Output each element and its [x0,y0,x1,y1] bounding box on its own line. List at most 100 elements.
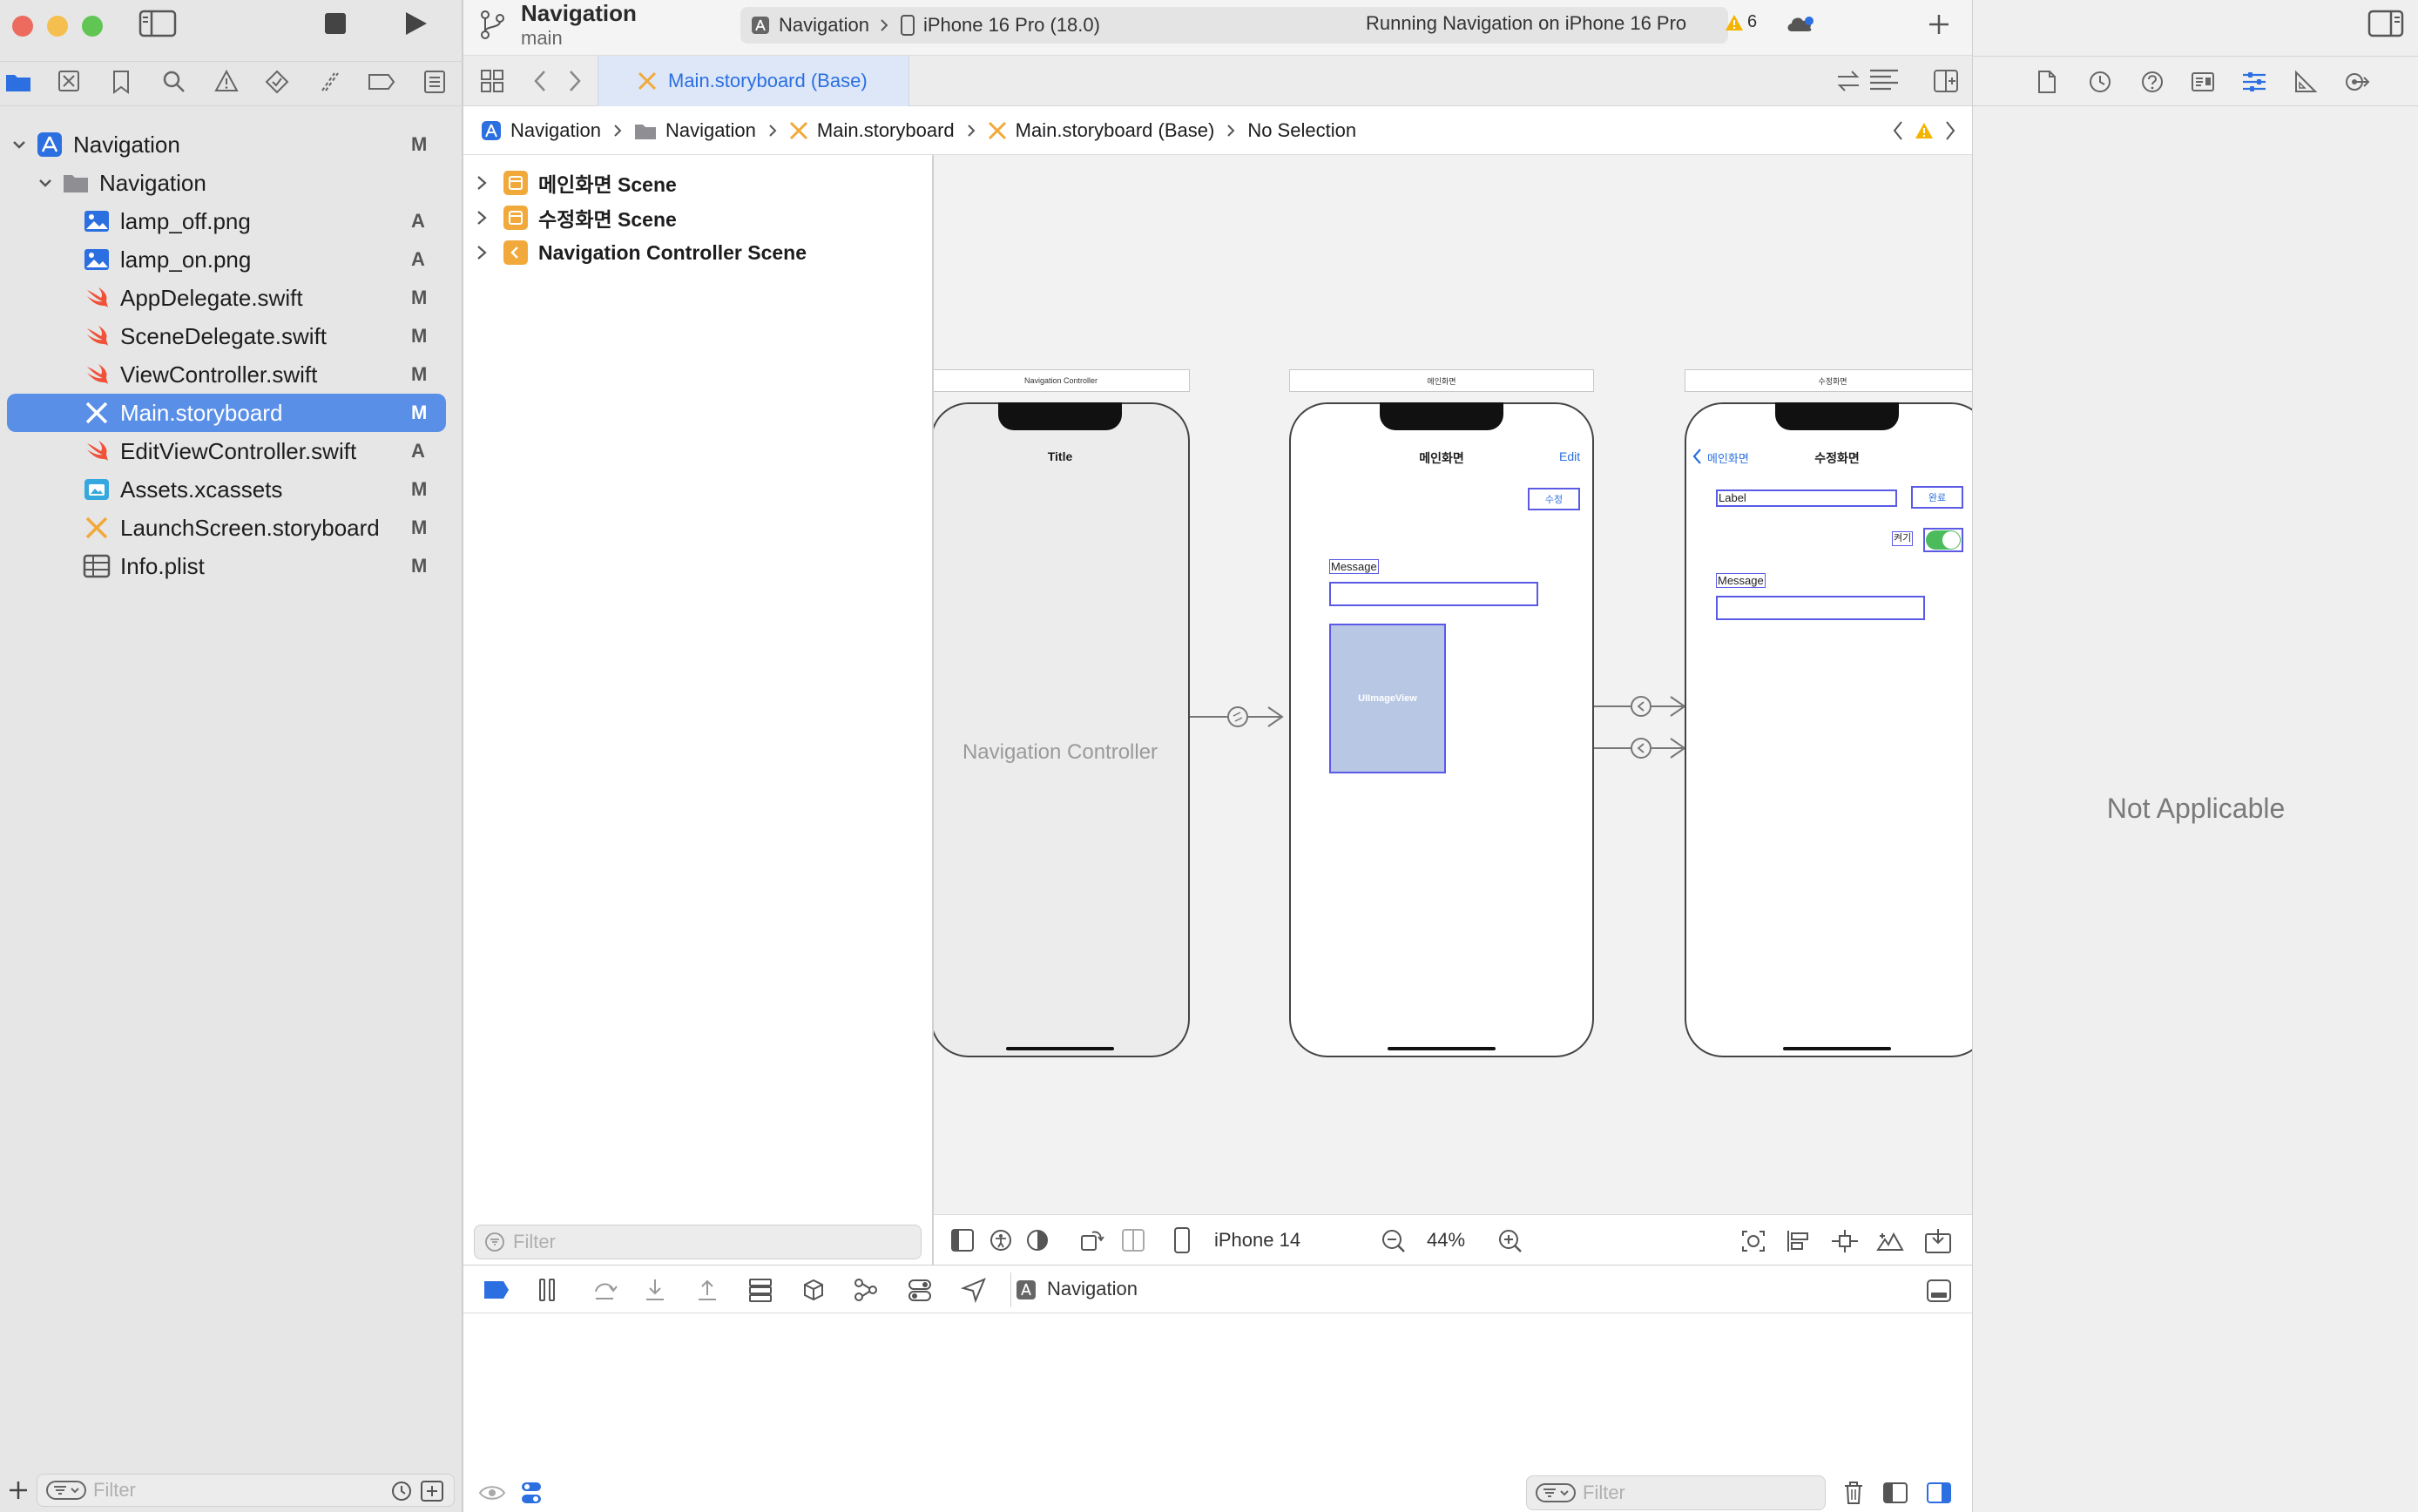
swap-icon[interactable] [1836,70,1861,92]
outline-scene-main[interactable]: 메인화면 Scene [476,165,677,200]
breadcrumb-item[interactable]: Navigation [665,119,756,142]
storyboard-canvas[interactable]: Navigation Controller Title Navigation C… [934,155,1972,1214]
tree-item-file[interactable]: SceneDelegate.swift M [0,317,463,355]
show-segue-arrow[interactable] [1594,693,1686,719]
tree-item-file[interactable]: LaunchScreen.storyboard M [0,509,463,547]
show-console-view-icon[interactable] [1927,1482,1951,1503]
accessibility-icon[interactable] [989,1229,1012,1252]
warning-icon[interactable] [1915,122,1934,139]
environment-overrides-icon[interactable] [854,1278,878,1302]
close-window-button[interactable] [12,16,33,37]
nav-controller-scene[interactable]: Title Navigation Controller [934,402,1190,1057]
source-control-navigator-icon[interactable] [57,70,80,92]
resolve-issues-icon[interactable] [1876,1229,1904,1253]
editor-options-icon[interactable] [1869,68,1899,94]
simulate-toggle-icon[interactable] [908,1278,932,1302]
chevron-right-icon[interactable] [476,175,488,191]
size-inspector-icon[interactable] [2293,70,2318,94]
appearance-icon[interactable] [1026,1229,1049,1252]
tree-item-group-folder[interactable]: Navigation [0,164,463,202]
add-library-icon[interactable] [1928,14,1949,35]
find-navigator-icon[interactable] [162,70,186,94]
add-editor-icon[interactable] [1934,70,1958,92]
filter-options-icon[interactable] [46,1481,86,1500]
eye-icon[interactable] [478,1484,506,1502]
debug-navigator-icon[interactable] [317,70,341,94]
outline-filter-field[interactable]: Filter [474,1225,922,1259]
add-constraints-icon[interactable] [1831,1229,1859,1253]
update-frames-icon[interactable] [1740,1229,1766,1253]
zoom-level[interactable]: 44% [1415,1229,1477,1252]
scheme-selector[interactable]: Navigation iPhone 16 Pro (18.0) [747,10,1100,41]
debug-process-name[interactable]: Navigation [1047,1278,1138,1300]
toggle-outline-icon[interactable] [951,1229,974,1252]
filter-options-icon[interactable] [1536,1483,1576,1502]
step-out-icon[interactable] [697,1278,718,1302]
test-navigator-icon[interactable] [265,70,289,94]
breadcrumb-item[interactable]: Main.storyboard [817,119,955,142]
next-issue-icon[interactable] [1944,120,1956,141]
identity-inspector-icon[interactable] [2191,70,2215,94]
previous-issue-icon[interactable] [1892,120,1904,141]
tree-item-file[interactable]: lamp_on.png A [0,240,463,279]
issue-navigator-icon[interactable] [214,69,239,92]
history-inspector-icon[interactable] [2088,70,2112,94]
breadcrumb-item[interactable]: Main.storyboard (Base) [1016,119,1215,142]
lamp-switch[interactable] [1923,528,1963,552]
breadcrumb-item[interactable]: No Selection [1247,119,1356,142]
show-variables-view-icon[interactable] [1883,1482,1908,1503]
simulate-location-icon[interactable] [960,1278,986,1304]
inspector-toggle-icon[interactable] [2367,10,2404,37]
breakpoint-navigator-icon[interactable] [368,73,395,91]
chevron-down-icon[interactable] [12,138,26,152]
layout-variation-icon[interactable] [1122,1229,1145,1252]
breakpoints-toggle-icon[interactable] [483,1279,510,1300]
show-segue-arrow[interactable] [1594,735,1686,761]
source-control-filter-icon[interactable] [421,1481,443,1502]
align-icon[interactable] [1786,1229,1812,1253]
memory-graph-icon[interactable] [801,1278,826,1302]
grid-icon[interactable] [481,70,503,92]
outline-scene-nav-controller[interactable]: Navigation Controller Scene [476,235,807,270]
file-inspector-icon[interactable] [2037,70,2057,94]
tab-main-storyboard[interactable]: Main.storyboard (Base) [598,56,909,106]
tree-item-file-selected[interactable]: Main.storyboard M [7,394,446,432]
tree-item-file[interactable]: AppDelegate.swift M [0,279,463,317]
run-icon[interactable] [402,10,429,37]
device-icon[interactable] [1174,1227,1190,1253]
scene-header-edit[interactable]: 수정화면 [1685,369,1972,392]
tree-item-file[interactable]: lamp_off.png A [0,202,463,240]
recent-files-icon[interactable] [391,1481,412,1502]
tree-item-file[interactable]: Assets.xcassets M [0,470,463,509]
chevron-right-icon[interactable] [476,245,488,260]
edit-button[interactable]: 수정 [1528,488,1580,510]
image-view[interactable]: UIImageView [1329,624,1446,773]
edit-bar-button[interactable]: Edit [1559,449,1580,463]
console-filter-field[interactable]: Filter [1526,1475,1826,1510]
project-navigator-icon[interactable] [5,71,31,92]
cloud-icon[interactable] [1786,14,1815,33]
trash-icon[interactable] [1843,1481,1864,1505]
step-into-icon[interactable] [645,1278,665,1302]
pause-icon[interactable] [538,1278,556,1302]
embed-in-icon[interactable] [1925,1227,1951,1253]
done-button[interactable]: 완료 [1911,486,1963,509]
orientation-icon[interactable] [1080,1229,1104,1252]
tree-item-project[interactable]: Navigation M [0,125,463,164]
tree-item-file[interactable]: Info.plist M [0,547,463,585]
zoom-in-icon[interactable] [1498,1229,1523,1253]
add-icon[interactable] [9,1481,28,1500]
connections-inspector-icon[interactable] [2344,70,2370,94]
zoom-out-icon[interactable] [1381,1229,1406,1253]
chevron-right-icon[interactable] [476,210,488,226]
edit-scene[interactable]: 메인화면 수정화면 Label 완료 켜기 Message [1685,402,1972,1057]
breadcrumb-item[interactable]: Navigation [510,119,601,142]
hide-debug-area-icon[interactable] [1927,1279,1951,1302]
navigator-filter-field[interactable]: Filter [37,1474,455,1507]
forward-arrow-icon[interactable] [568,70,582,92]
relationship-segue-arrow[interactable] [1190,704,1286,730]
stop-icon[interactable] [324,12,347,35]
sidebar-toggle-icon[interactable] [138,10,177,37]
outline-scene-edit[interactable]: 수정화면 Scene [476,200,677,235]
message-text-field[interactable] [1716,596,1925,620]
